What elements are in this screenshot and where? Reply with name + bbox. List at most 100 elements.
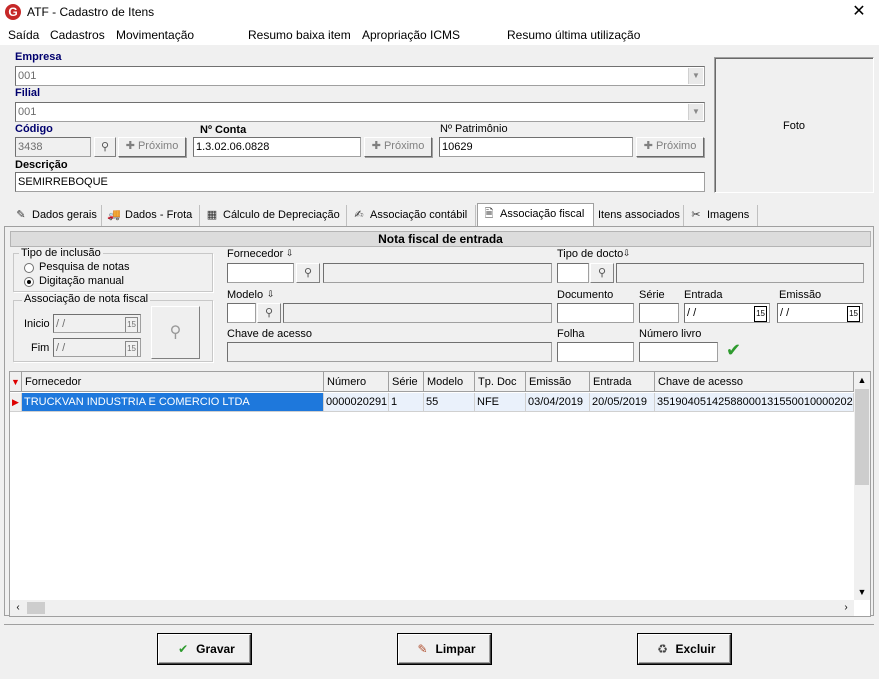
inicio-date-field[interactable]: / / 15 [53,314,141,333]
descricao-field[interactable]: SEMIRREBOQUE [15,172,705,192]
tab-label: Associação contábil [370,209,468,221]
sort-down-icon: ⇩ [286,248,294,258]
tab-calculo-depreciacao[interactable]: ▦ Cálculo de Depreciação [201,205,347,226]
tab-dados-gerais[interactable]: ✎ Dados gerais [10,205,102,226]
codigo-label: Código [15,123,53,135]
binoculars-icon[interactable]: ⚲ [257,303,281,323]
numero-livro-field[interactable] [639,342,718,362]
filial-label: Filial [15,87,41,99]
binoculars-icon[interactable]: ⚲ [94,137,116,157]
scroll-right-icon[interactable]: › [838,600,854,616]
scroll-left-icon[interactable]: ‹ [10,600,26,616]
bottom-divider [4,624,874,625]
codigo-proximo-button[interactable]: ✚ Próximo [118,137,186,157]
col-numero[interactable]: Número [324,372,389,392]
tipo-docto-code-field[interactable] [557,263,589,283]
entrada-date-field[interactable]: / / 15 [684,303,770,323]
conta-proximo-button[interactable]: ✚ Próximo [364,137,432,157]
col-entrada[interactable]: Entrada [590,372,655,392]
horizontal-scrollbar[interactable]: ‹ › [10,600,854,616]
patrimonio-proximo-button[interactable]: ✚ Próximo [636,137,704,157]
binoculars-icon[interactable]: ⚲ [590,263,614,283]
check-icon: ✔ [178,642,189,656]
col-emissao[interactable]: Emissão [526,372,590,392]
serie-field[interactable] [639,303,679,323]
tab-itens-associados[interactable]: Itens associados [594,205,684,226]
vertical-scrollbar[interactable]: ▲ ▼ [854,372,870,600]
gravar-button[interactable]: ✔ Gravar [158,634,251,664]
title-bar: G ATF - Cadastro de Itens ✕ [0,0,879,25]
binoculars-icon[interactable]: ⚲ [296,263,320,283]
gravar-label: Gravar [196,642,235,656]
edit-icon: ✍ [354,209,364,221]
notas-grid[interactable]: ▼ Fornecedor Número Série Modelo Tp. Doc… [9,371,871,617]
col-serie[interactable]: Série [389,372,424,392]
radio-digitacao[interactable] [24,277,34,287]
radio-pesquisa[interactable] [24,263,34,273]
window-title: ATF - Cadastro de Itens [27,5,155,19]
menu-resumo-baixa[interactable]: Resumo baixa item [248,28,351,42]
document-icon: 🗎 [484,208,494,220]
excluir-button[interactable]: ♻ Excluir [638,634,731,664]
chevron-down-icon[interactable]: ▼ [688,68,703,84]
menu-cadastros[interactable]: Cadastros [50,28,105,42]
tab-associacao-fiscal[interactable]: 🗎 Associação fiscal [477,203,594,227]
table-cell[interactable]: NFE [475,393,526,412]
calendar-icon[interactable]: 15 [754,306,767,322]
associacao-nf-label: Associação de nota fiscal [22,293,151,305]
empresa-label: Empresa [15,51,62,63]
tab-associacao-contabil[interactable]: ✍ Associação contábil [348,205,476,226]
empresa-value: 001 [18,70,37,82]
filial-select[interactable]: 001 ▼ [15,102,705,122]
tab-imagens[interactable]: ✂ Imagens [685,205,758,226]
chevron-down-icon[interactable]: ▼ [688,104,703,120]
table-cell[interactable]: 1 [389,393,424,412]
scroll-down-icon[interactable]: ▼ [854,584,870,600]
col-fornecedor[interactable]: Fornecedor [22,372,324,392]
table-row[interactable]: TRUCKVAN INDUSTRIA E COMERCIO LTDA [22,393,324,412]
tab-label: Associação fiscal [500,208,585,220]
calendar-icon[interactable]: 15 [847,306,860,322]
menu-saida[interactable]: Saída [8,28,39,42]
menu-apropriacao-icms[interactable]: Apropriação ICMS [362,28,460,42]
col-chave[interactable]: Chave de acesso [655,372,854,392]
table-cell[interactable]: 0000020291 [324,393,389,412]
menu-resumo-ultima[interactable]: Resumo última utilização [507,28,640,42]
tab-dados-frota[interactable]: 🚚 Dados - Frota [103,205,200,226]
limpar-button[interactable]: ✎ Limpar [398,634,491,664]
scroll-up-icon[interactable]: ▲ [854,372,870,388]
close-button[interactable]: ✕ [849,2,869,22]
empresa-select[interactable]: 001 ▼ [15,66,705,86]
menu-movimentacao[interactable]: Movimentação [116,28,194,42]
table-cell[interactable]: 55 [424,393,475,412]
search-icon[interactable]: ⚲ [151,306,200,359]
col-modelo[interactable]: Modelo [424,372,475,392]
calculator-icon: ▦ [206,209,218,221]
table-cell[interactable]: 20/05/2019 [590,393,655,412]
emissao-date-field[interactable]: / / 15 [777,303,863,323]
table-cell[interactable]: 03/04/2019 [526,393,590,412]
fornecedor-label: Fornecedor [227,248,284,260]
col-tp-doc[interactable]: Tp. Doc [475,372,526,392]
modelo-code-field[interactable] [227,303,256,323]
folha-field[interactable] [557,342,634,362]
scroll-thumb[interactable] [855,389,869,485]
conta-field[interactable]: 1.3.02.06.0828 [193,137,361,157]
calendar-icon[interactable]: 15 [125,317,138,332]
documento-field[interactable] [557,303,634,323]
folha-label: Folha [557,328,585,340]
h-scroll-thumb[interactable] [27,602,45,614]
codigo-field[interactable]: 3438 [15,137,91,157]
patrimonio-field[interactable]: 10629 [439,137,633,157]
proximo-label: Próximo [383,140,425,152]
check-icon[interactable]: ✔ [726,340,741,361]
fornecedor-code-field[interactable] [227,263,294,283]
table-cell[interactable]: 35190405142588000131550010000202910 [655,393,854,412]
excluir-label: Excluir [675,642,716,656]
sort-down-icon: ⇩ [267,289,275,299]
calendar-icon[interactable]: 15 [125,341,138,356]
fim-date-field[interactable]: / / 15 [53,338,141,357]
fim-value: / / [56,342,66,354]
serie-label: Série [639,289,665,301]
foto-panel[interactable]: Foto [714,57,874,193]
